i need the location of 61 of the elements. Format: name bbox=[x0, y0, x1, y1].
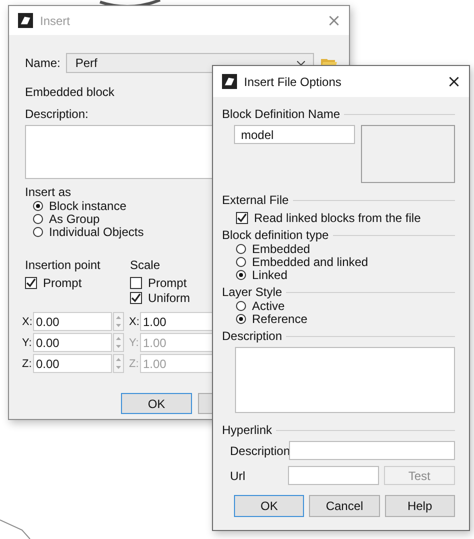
caret-icon bbox=[297, 60, 306, 66]
dialog-button[interactable]: Cancel bbox=[309, 495, 380, 517]
option-label: As Group bbox=[49, 212, 100, 226]
insertion-point-label: Insertion point bbox=[25, 258, 100, 272]
axis-label: Z: bbox=[22, 358, 33, 370]
description-label: Description: bbox=[25, 107, 88, 121]
block-name-field[interactable]: model bbox=[234, 125, 356, 144]
option-label: Linked bbox=[252, 268, 288, 282]
number-field[interactable]: 0.00 bbox=[33, 333, 112, 352]
radio-button[interactable] bbox=[33, 226, 43, 236]
axis-label: X: bbox=[129, 316, 140, 328]
checkbox[interactable] bbox=[25, 276, 37, 288]
dialog-button[interactable]: Help bbox=[384, 495, 455, 517]
option-label: Block instance bbox=[49, 198, 126, 212]
number-field[interactable]: 0.00 bbox=[33, 354, 112, 373]
embedded-label: Embedded block bbox=[25, 85, 114, 99]
group-label: Block definition type bbox=[222, 228, 329, 242]
description-field[interactable] bbox=[235, 347, 455, 413]
group-label: Description bbox=[222, 329, 282, 343]
ok-button[interactable]: OK bbox=[121, 393, 192, 414]
number-field[interactable]: 0.00 bbox=[33, 312, 112, 331]
radio-button[interactable] bbox=[236, 300, 246, 310]
axis-label: Y: bbox=[22, 336, 33, 348]
close-button[interactable]: × bbox=[439, 68, 469, 96]
axis-label: X: bbox=[22, 316, 33, 328]
url-field[interactable] bbox=[288, 466, 379, 485]
axis-label: Z: bbox=[129, 358, 140, 370]
scale-label: Scale bbox=[130, 258, 160, 272]
app-icon bbox=[18, 13, 33, 28]
option-label: Active bbox=[252, 298, 285, 312]
radio-button[interactable] bbox=[33, 214, 43, 224]
window-title: Insert File Options bbox=[244, 74, 342, 88]
option-label: Reference bbox=[252, 312, 308, 326]
checkbox[interactable] bbox=[130, 276, 142, 288]
checkbox[interactable] bbox=[236, 212, 248, 224]
option-label: Individual Objects bbox=[49, 224, 144, 238]
checkbox-label: Prompt bbox=[148, 276, 187, 290]
window-title: Insert bbox=[40, 14, 70, 28]
radio-button[interactable] bbox=[236, 270, 246, 280]
group-label: Layer Style bbox=[222, 285, 282, 299]
group-label: Block Definition Name bbox=[222, 107, 340, 121]
option-label: Embedded and linked bbox=[252, 254, 368, 268]
checkbox-label: Prompt bbox=[43, 276, 82, 290]
link-description-field[interactable] bbox=[289, 441, 455, 460]
axis-label: Y: bbox=[129, 336, 140, 348]
radio-button[interactable] bbox=[236, 314, 246, 324]
option-label: Embedded bbox=[252, 242, 310, 256]
group-label: Hyperlink bbox=[222, 423, 272, 437]
checkbox[interactable] bbox=[130, 292, 142, 304]
app-icon bbox=[222, 74, 237, 89]
dialog-button[interactable]: OK bbox=[234, 495, 304, 517]
radio-button[interactable] bbox=[236, 244, 246, 254]
radio-button[interactable] bbox=[236, 256, 246, 266]
radio-button[interactable] bbox=[33, 200, 43, 210]
field-label: Description bbox=[229, 444, 289, 458]
insert-as-label: Insert as bbox=[25, 185, 72, 199]
checkbox-label: Read linked blocks from the file bbox=[254, 210, 421, 224]
name-label: Name: bbox=[25, 56, 60, 70]
checkbox-label: Uniform bbox=[148, 290, 190, 304]
group-label: External File bbox=[222, 193, 289, 207]
field-label: Url bbox=[229, 468, 246, 482]
